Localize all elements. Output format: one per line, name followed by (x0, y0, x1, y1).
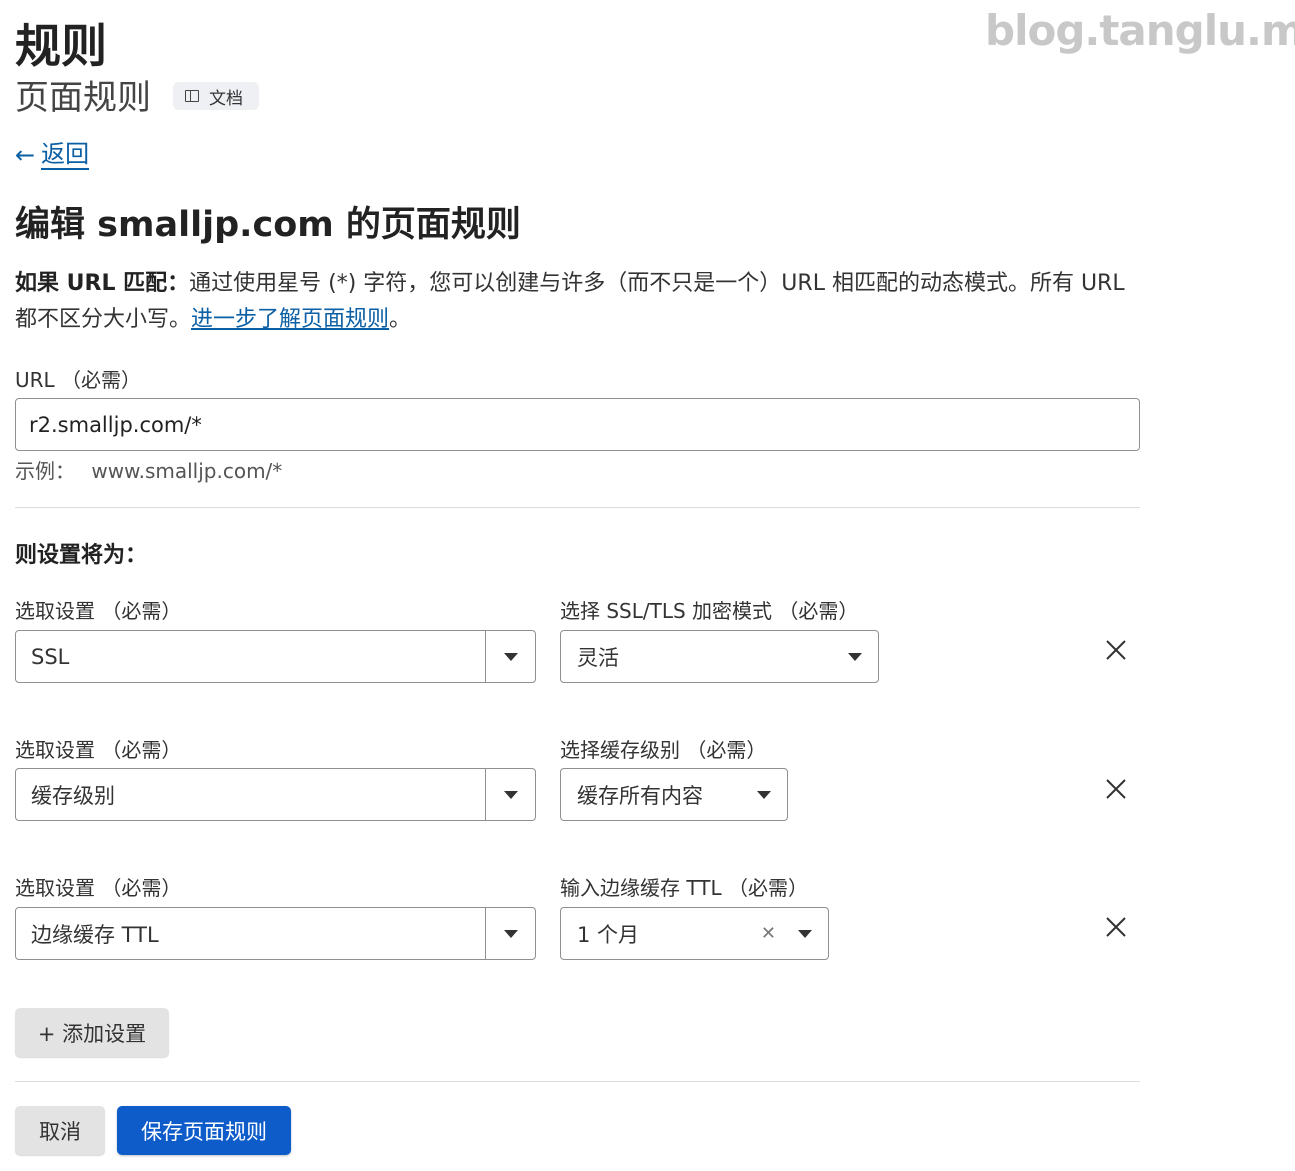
divider (15, 1081, 1140, 1082)
example-value: www.smalljp.com/* (91, 459, 283, 483)
caret-down-icon (798, 929, 812, 938)
description-suffix: 。 (389, 307, 412, 332)
dropdown-toggle[interactable] (485, 908, 535, 959)
url-match-description: 如果 URL 匹配：通过使用星号 (*) 字符，您可以创建与许多（而不只是一个）… (15, 266, 1145, 338)
setting-pick-label: 选取设置 （必需） (15, 738, 182, 762)
remove-setting-icon[interactable] (1104, 915, 1128, 939)
remove-setting-icon[interactable] (1104, 777, 1128, 801)
add-setting-button[interactable]: + 添加设置 (15, 1008, 169, 1057)
caret-down-icon (503, 790, 518, 799)
back-link[interactable]: ← 返回 (15, 140, 90, 170)
example-label: 示例： (15, 459, 75, 483)
setting-select-value: 边缘缓存 TTL (31, 922, 159, 947)
book-icon (185, 90, 199, 102)
watermark: blog.tanglu.me (985, 6, 1295, 55)
setting-value-label: 选择 SSL/TLS 加密模式 （必需） (560, 599, 859, 623)
dropdown-toggle[interactable] (485, 769, 535, 820)
ssl-mode-select[interactable]: 灵活 (560, 630, 879, 683)
setting-select[interactable]: 边缘缓存 TTL (15, 907, 536, 960)
url-input[interactable] (15, 398, 1140, 451)
setting-value-label: 选择缓存级别 （必需） (560, 738, 767, 762)
divider (15, 507, 1140, 508)
cancel-button[interactable]: 取消 (15, 1106, 105, 1155)
docs-label: 文档 (209, 88, 243, 109)
clear-icon[interactable]: ✕ (761, 923, 776, 944)
caret-down-icon (848, 652, 862, 661)
setting-select[interactable]: SSL (15, 630, 536, 683)
edge-ttl-value: 1 个月 (577, 922, 640, 947)
setting-pick-label: 选取设置 （必需） (15, 599, 182, 623)
remove-setting-icon[interactable] (1104, 638, 1128, 662)
setting-value-label: 输入边缘缓存 TTL （必需） (560, 876, 808, 900)
cache-level-value: 缓存所有内容 (577, 783, 703, 808)
dropdown-toggle[interactable] (485, 631, 535, 682)
cache-level-select[interactable]: 缓存所有内容 (560, 768, 788, 821)
url-example: 示例： www.smalljp.com/* (15, 455, 282, 484)
ssl-mode-value: 灵活 (577, 645, 619, 670)
setting-select-value: SSL (31, 644, 70, 669)
edge-ttl-select[interactable]: 1 个月 ✕ (560, 907, 829, 960)
caret-down-icon (503, 929, 518, 938)
page-subtitle: 页面规则 (15, 78, 151, 118)
back-label: 返回 (41, 140, 90, 170)
save-page-rule-button[interactable]: 保存页面规则 (117, 1106, 291, 1155)
setting-select-value: 缓存级别 (31, 783, 115, 808)
docs-link[interactable]: 文档 (173, 82, 259, 110)
learn-more-link[interactable]: 进一步了解页面规则 (191, 307, 389, 332)
description-bold-prefix: 如果 URL 匹配： (15, 271, 190, 296)
page-title: 规则 (15, 19, 107, 73)
setting-pick-label: 选取设置 （必需） (15, 876, 182, 900)
settings-title: 则设置将为： (15, 543, 148, 568)
url-label: URL （必需） (15, 368, 142, 392)
edit-rule-title: 编辑 smalljp.com 的页面规则 (15, 205, 521, 245)
arrow-left-icon: ← (15, 141, 36, 169)
setting-select[interactable]: 缓存级别 (15, 768, 536, 821)
caret-down-icon (757, 790, 771, 799)
caret-down-icon (503, 652, 518, 661)
